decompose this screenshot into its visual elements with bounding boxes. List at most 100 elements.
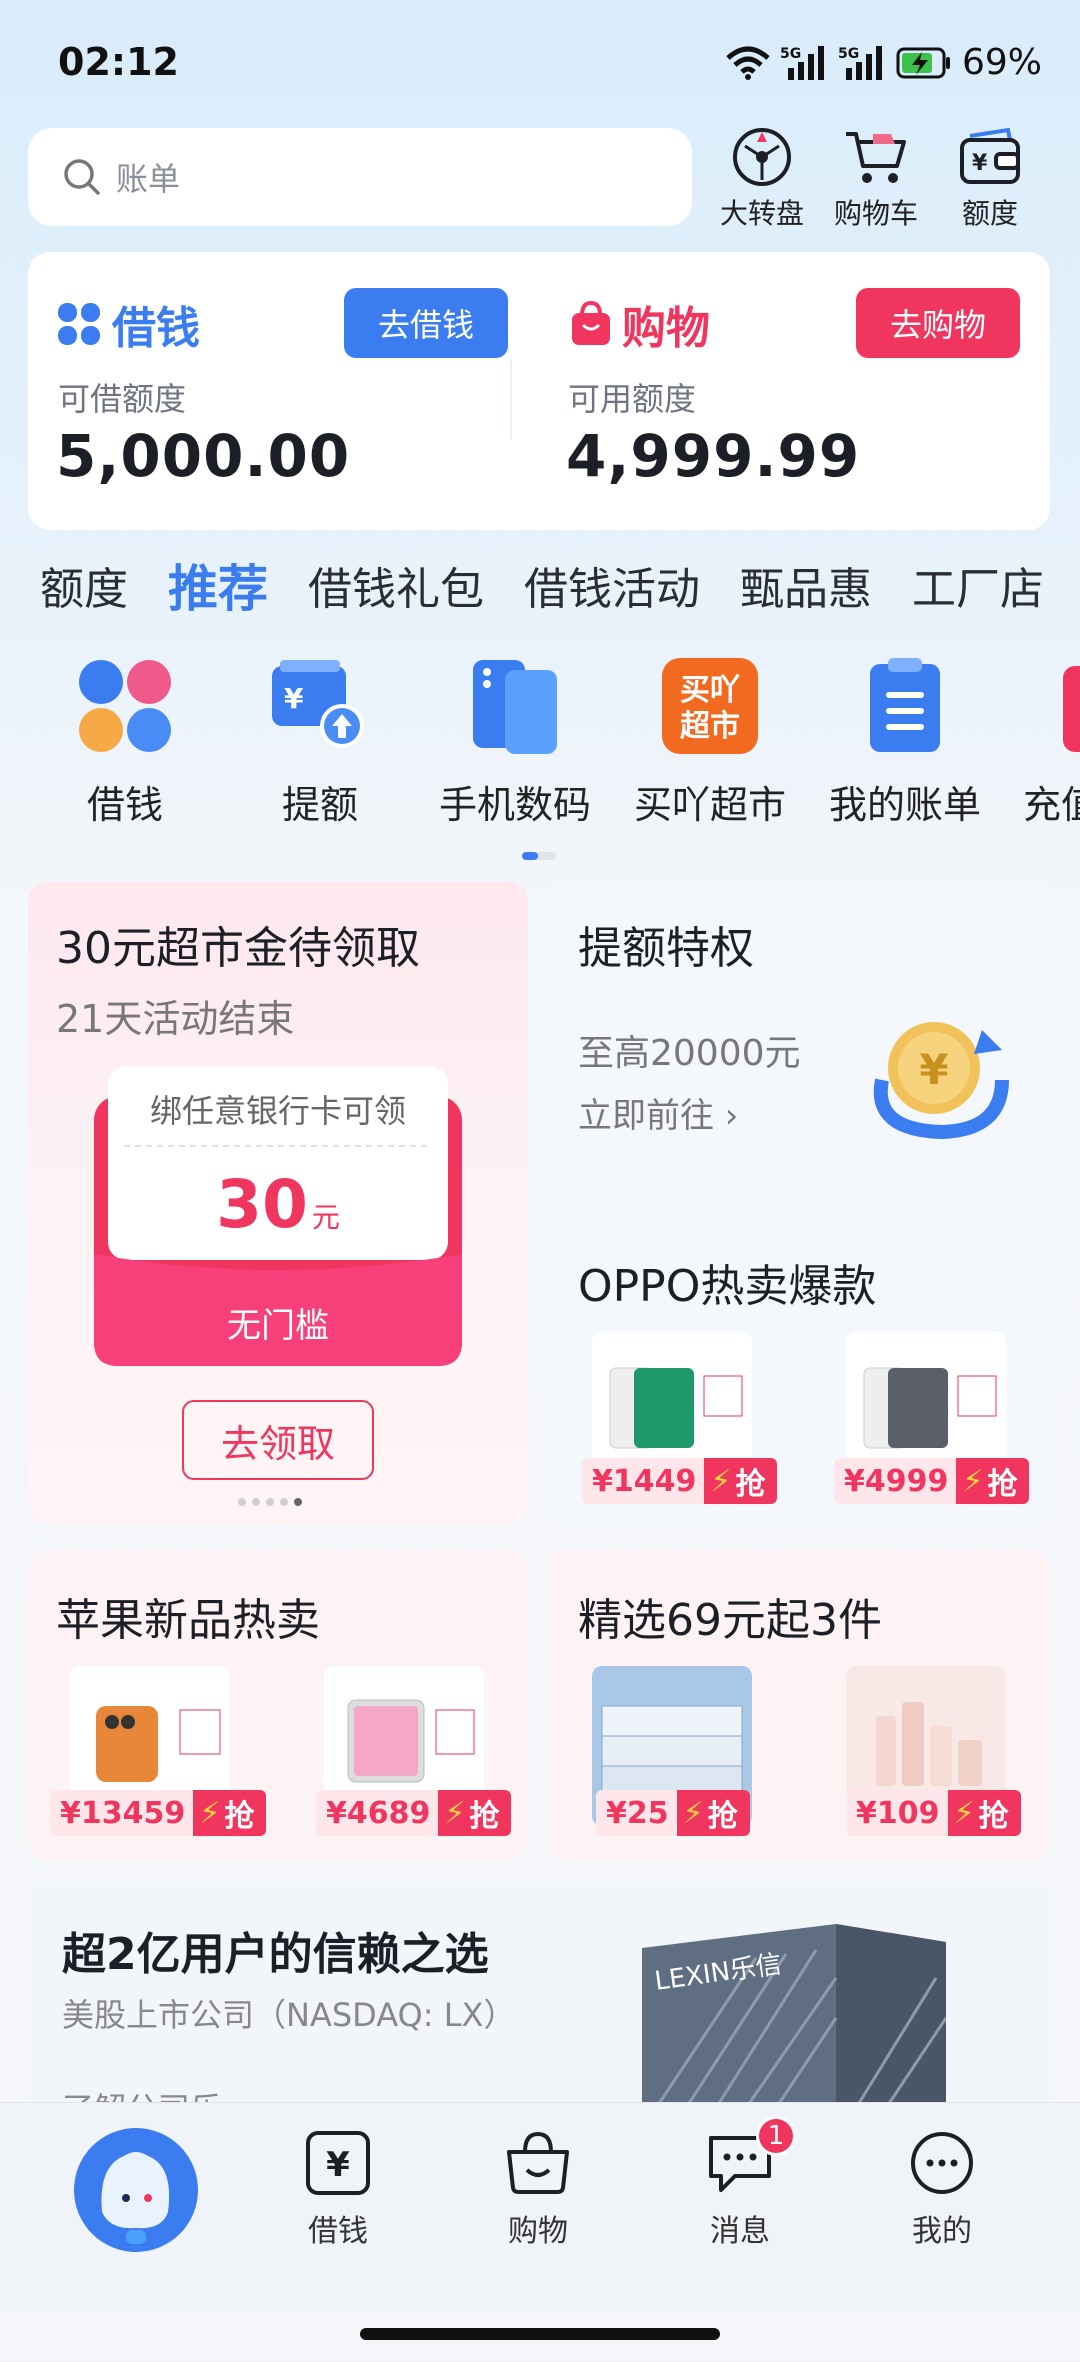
recharge-icon bbox=[1063, 666, 1080, 752]
tab-borrow-activity[interactable]: 借钱活动 bbox=[524, 553, 700, 617]
select-price-tag-2[interactable]: ¥109 ⚡ 抢 bbox=[846, 1790, 1021, 1836]
mascot-icon bbox=[74, 2128, 198, 2252]
borrow-title-text: 借钱 bbox=[112, 303, 200, 354]
nav-home[interactable] bbox=[56, 2126, 216, 2254]
svg-text:超市: 超市 bbox=[680, 709, 740, 744]
lightning-icon: ⚡ bbox=[444, 1795, 466, 1831]
shop-amount: 4,999.99 bbox=[566, 422, 861, 490]
svg-text:¥: ¥ bbox=[284, 682, 304, 715]
quick-label: 提额 bbox=[281, 783, 358, 827]
limit-up-icon: ¥ bbox=[272, 660, 364, 748]
quick-my-bill[interactable]: 我的账单 bbox=[810, 656, 1000, 829]
grab-label: ⚡ 抢 bbox=[947, 1790, 1021, 1836]
trust-title: 超2亿用户的信赖之选 bbox=[62, 1929, 489, 1980]
quick-borrow[interactable]: 借钱 bbox=[30, 656, 220, 829]
oppo-price-2: ¥4999 bbox=[834, 1458, 957, 1504]
coupon-title: 30元超市金待领取 bbox=[56, 923, 420, 974]
apple-price-2: ¥4689 bbox=[316, 1790, 439, 1836]
go-borrow-button[interactable]: 去借钱 bbox=[344, 288, 508, 358]
clover-small-icon bbox=[58, 303, 100, 345]
oppo-title: OPPO热卖爆款 bbox=[578, 1261, 877, 1312]
home-indicator[interactable] bbox=[360, 2328, 720, 2340]
quick-limit-up[interactable]: ¥ 提额 bbox=[225, 656, 415, 829]
quick-label: 充值 bbox=[1023, 783, 1080, 827]
lightning-icon: ⚡ bbox=[953, 1795, 975, 1831]
quick-recharge[interactable]: 充值 bbox=[1005, 656, 1080, 829]
borrow-title[interactable]: 借钱 bbox=[56, 292, 200, 356]
quick-label: 我的账单 bbox=[828, 783, 981, 827]
tab-recommend[interactable]: 推荐 bbox=[168, 549, 268, 621]
tab-select-deals[interactable]: 甄品惠 bbox=[740, 553, 872, 617]
grab-label: ⚡ 抢 bbox=[193, 1790, 267, 1836]
shop-title-text: 购物 bbox=[622, 303, 710, 354]
top-icon-quota[interactable]: ¥ 额度 bbox=[940, 126, 1040, 232]
limit-line2[interactable]: 立即前往 › bbox=[578, 1088, 738, 1137]
oppo-price-tag-2[interactable]: ¥4999 ⚡ 抢 bbox=[834, 1458, 1030, 1504]
coupon-sub: 21天活动结束 bbox=[56, 997, 295, 1041]
lightning-icon: ⚡ bbox=[710, 1463, 732, 1499]
coupon-card: 绑任意银行卡可领 30 元 无门槛 bbox=[94, 1066, 462, 1366]
oppo-price-1: ¥1449 bbox=[582, 1458, 705, 1504]
tab-borrow-gift[interactable]: 借钱礼包 bbox=[308, 553, 484, 617]
grab-label: ⚡ 抢 bbox=[438, 1790, 512, 1836]
nav-borrow[interactable]: ¥ 借钱 bbox=[258, 2130, 418, 2250]
tab-factory-store[interactable]: 工厂店 bbox=[912, 553, 1044, 617]
top-icon-label: 额度 bbox=[961, 197, 1018, 230]
lightning-icon: ⚡ bbox=[682, 1795, 704, 1831]
shop-sub: 可用额度 bbox=[568, 380, 697, 418]
more-icon bbox=[911, 2132, 973, 2194]
signal-5g-icon: 5G bbox=[780, 45, 824, 80]
grab-label: ⚡ 抢 bbox=[704, 1458, 778, 1504]
top-icon-label: 购物车 bbox=[833, 197, 918, 230]
nav-shop[interactable]: 购物 bbox=[458, 2130, 618, 2250]
coupon-value-wrap: 30 元 bbox=[94, 1166, 462, 1243]
apple-price-tag-2[interactable]: ¥4689 ⚡ 抢 bbox=[316, 1790, 512, 1836]
apple-title: 苹果新品热卖 bbox=[56, 1595, 320, 1646]
card-divider bbox=[510, 360, 512, 440]
supermarket-icon: 买吖 超市 bbox=[662, 658, 758, 754]
search-bar[interactable]: 账单 bbox=[28, 128, 692, 226]
oppo-price-tag-1[interactable]: ¥1449 ⚡ 抢 bbox=[582, 1458, 778, 1504]
status-icons: 5G 5G 69% bbox=[726, 42, 1042, 83]
yen-icon: ¥ bbox=[306, 2131, 370, 2195]
bag-icon bbox=[507, 2131, 569, 2194]
battery-percent: 69% bbox=[961, 42, 1042, 83]
nav-messages[interactable]: 消息 1 bbox=[660, 2116, 820, 2250]
svg-text:5G: 5G bbox=[838, 46, 859, 62]
coupon-pager-dots bbox=[238, 1498, 302, 1506]
go-shop-button[interactable]: 去购物 bbox=[856, 288, 1020, 358]
phone-product-icon bbox=[609, 1367, 743, 1449]
lightning-icon: ⚡ bbox=[962, 1463, 984, 1499]
limit-line1: 至高20000元 bbox=[578, 1033, 801, 1074]
quick-phone[interactable]: 手机数码 bbox=[420, 656, 610, 829]
nav-label: 借钱 bbox=[308, 2214, 368, 2249]
shop-title[interactable]: 购物 bbox=[570, 292, 710, 356]
select-title: 精选69元起3件 bbox=[578, 1595, 882, 1646]
iphone-product-icon bbox=[96, 1706, 221, 1782]
top-icon-wheel[interactable]: 大转盘 bbox=[712, 126, 812, 232]
quick-label: 买吖超市 bbox=[633, 783, 786, 827]
battery-icon bbox=[896, 47, 950, 78]
quick-label: 手机数码 bbox=[438, 783, 591, 827]
top-icon-label: 大转盘 bbox=[719, 197, 804, 230]
signal-5g-icon-2: 5G bbox=[838, 45, 882, 80]
lightning-icon: ⚡ bbox=[199, 1795, 221, 1831]
limit-title: 提额特权 bbox=[578, 923, 754, 974]
nav-mine[interactable]: 我的 bbox=[862, 2130, 1022, 2250]
trust-sub: 美股上市公司（NASDAQ: LX） bbox=[62, 1996, 516, 2034]
quick-supermarket[interactable]: 买吖 超市 买吖超市 bbox=[615, 656, 805, 829]
phone-icon bbox=[473, 660, 557, 754]
svg-text:¥: ¥ bbox=[972, 151, 988, 176]
shopping-bag-icon bbox=[572, 301, 610, 345]
office-building-image: LEXIN乐信 bbox=[642, 1924, 946, 2108]
claim-button[interactable]: 去领取 bbox=[182, 1400, 374, 1480]
coupon-bottom: 无门槛 bbox=[227, 1306, 329, 1346]
search-placeholder: 账单 bbox=[116, 160, 181, 198]
wheel-icon bbox=[733, 128, 791, 186]
apple-price-tag-1[interactable]: ¥13459 ⚡ 抢 bbox=[50, 1790, 267, 1836]
top-icon-cart[interactable]: 购物车 bbox=[826, 126, 926, 232]
tab-quota[interactable]: 额度 bbox=[40, 553, 128, 617]
nav-label: 消息 bbox=[710, 2214, 770, 2249]
select-price-2: ¥109 bbox=[846, 1790, 948, 1836]
select-price-tag-1[interactable]: ¥25 ⚡ 抢 bbox=[596, 1790, 750, 1836]
